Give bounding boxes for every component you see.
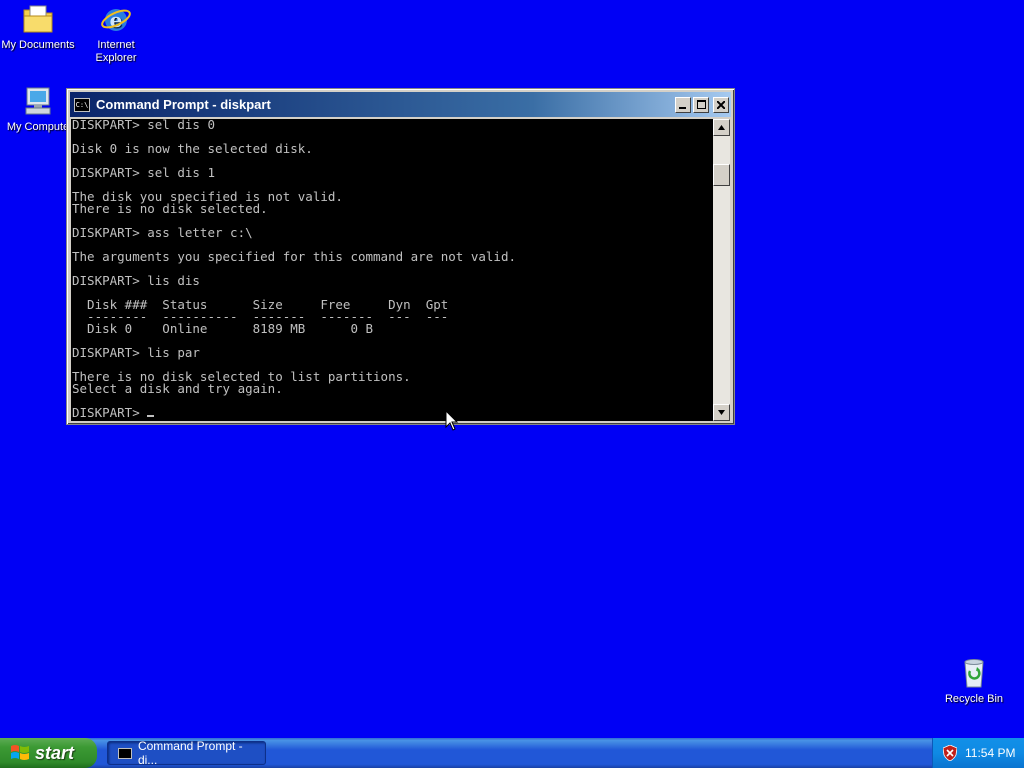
vertical-scrollbar[interactable] xyxy=(713,119,730,421)
window-title: Command Prompt - diskpart xyxy=(96,97,271,112)
console-line: Disk 0 is now the selected disk. xyxy=(72,141,313,156)
recycle-bin-label: Recycle Bin xyxy=(944,693,1004,705)
console-line: There is no disk selected. xyxy=(72,201,268,216)
console-prompt-line[interactable]: DISKPART> xyxy=(72,405,713,420)
close-button[interactable] xyxy=(713,96,729,113)
internet-explorer-shortcut[interactable]: e Internet Explorer xyxy=(76,2,156,65)
my-computer-icon xyxy=(21,84,55,118)
start-label: start xyxy=(35,742,75,763)
recycle-bin-icon xyxy=(957,656,991,690)
console-text: DISKPART> sel dis 0 Disk 0 is now the se… xyxy=(71,119,713,419)
maximize-button[interactable] xyxy=(693,96,709,113)
command-prompt-icon: C:\ xyxy=(74,97,90,112)
minimize-icon xyxy=(679,106,686,109)
my-documents-icon xyxy=(21,2,55,36)
console-line: DISKPART> sel dis 0 xyxy=(72,119,215,132)
scroll-thumb[interactable] xyxy=(713,164,730,186)
arrow-down-icon xyxy=(718,410,725,415)
window-titlebar[interactable]: C:\ Command Prompt - diskpart xyxy=(70,92,731,117)
start-button[interactable]: start xyxy=(0,738,97,768)
console-line: DISKPART> sel dis 1 xyxy=(72,165,215,180)
maximize-icon xyxy=(696,100,706,109)
internet-explorer-icon: e xyxy=(99,2,133,36)
system-tray: 11:54 PM xyxy=(932,738,1024,768)
console-prompt: DISKPART> xyxy=(72,405,148,420)
console-line: DISKPART> lis par xyxy=(72,345,200,360)
console-line: DISKPART> lis dis xyxy=(72,273,200,288)
minimize-button[interactable] xyxy=(675,96,691,113)
taskbar-item-command-prompt[interactable]: Command Prompt - di... xyxy=(107,739,266,767)
text-cursor xyxy=(147,415,155,417)
clock[interactable]: 11:54 PM xyxy=(965,746,1015,760)
console-line: Disk 0 Online 8189 MB 0 B xyxy=(72,321,374,336)
task-item-label: Command Prompt - di... xyxy=(137,739,243,767)
console-output[interactable]: DISKPART> sel dis 0 Disk 0 is now the se… xyxy=(71,119,713,421)
windows-logo-icon xyxy=(11,745,29,760)
scroll-down-button[interactable] xyxy=(713,404,730,421)
my-documents-shortcut[interactable]: My Documents xyxy=(0,2,78,52)
scroll-up-button[interactable] xyxy=(713,119,730,136)
internet-explorer-label: Internet Explorer xyxy=(95,39,137,64)
arrow-up-icon xyxy=(718,125,725,130)
command-prompt-task-icon xyxy=(118,747,132,759)
command-prompt-window[interactable]: C:\ Command Prompt - diskpart DISKPART> … xyxy=(66,88,735,425)
close-icon xyxy=(717,100,725,109)
taskbar: start Command Prompt - di... 11:54 PM xyxy=(0,738,1024,768)
my-documents-label: My Documents xyxy=(1,39,75,51)
recycle-bin-shortcut[interactable]: Recycle Bin xyxy=(934,656,1014,706)
console-line: DISKPART> ass letter c:\ xyxy=(72,225,253,240)
console-line: Select a disk and try again. xyxy=(72,381,283,396)
security-shield-icon[interactable] xyxy=(943,745,957,761)
console-line: The arguments you specified for this com… xyxy=(72,249,517,264)
mouse-pointer-icon xyxy=(445,410,459,431)
